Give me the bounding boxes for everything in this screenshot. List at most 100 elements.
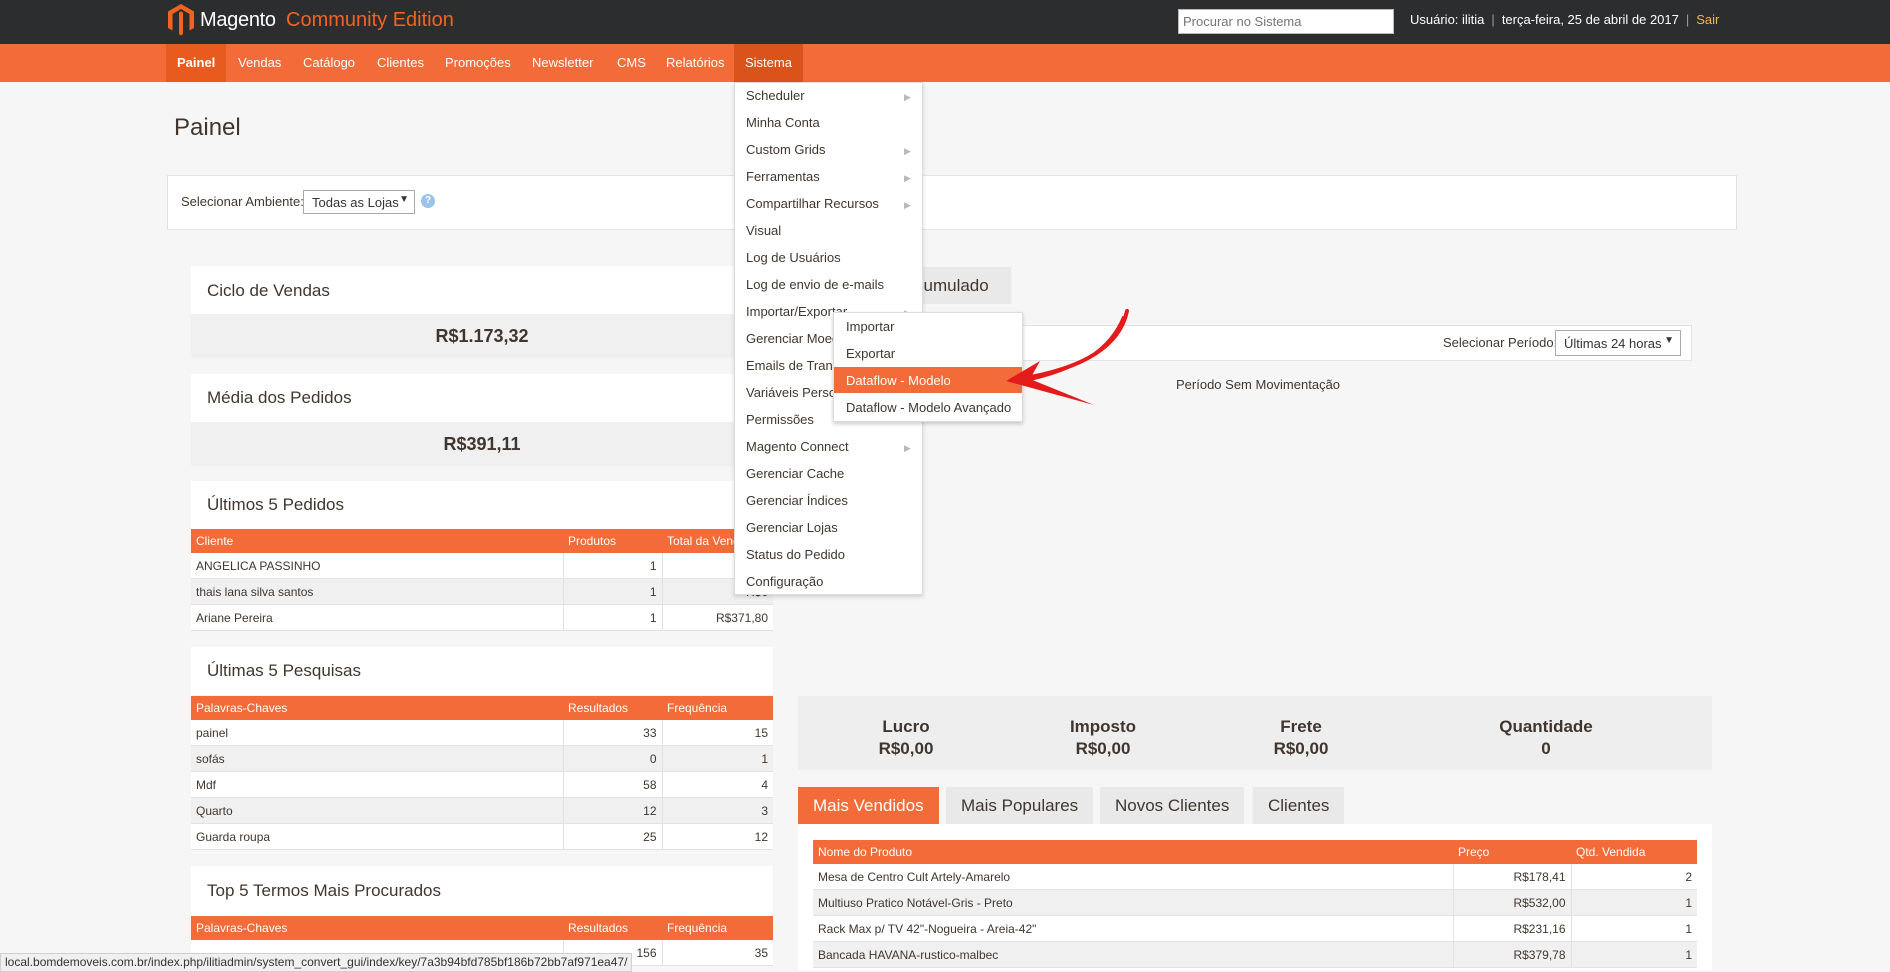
last-orders-table: Cliente Produtos Total da Venda ANGELICA…: [191, 529, 773, 631]
search-frequency: 12: [661, 823, 773, 850]
search-input[interactable]: [1178, 9, 1394, 34]
nav-painel[interactable]: Painel: [166, 44, 227, 82]
table-row[interactable]: Mesa de Centro Cult Artely-Amarelo R$178,…: [813, 864, 1697, 890]
table-row[interactable]: Ariane Pereira 1 R$371,80: [191, 604, 773, 631]
table-row[interactable]: Quarto 12 3: [191, 797, 773, 824]
menu-item-gerenciar-cache[interactable]: Gerenciar Cache: [746, 466, 844, 481]
total-frete: Frete R$0,00: [1251, 717, 1351, 759]
nav-sistema[interactable]: Sistema: [734, 44, 803, 82]
menu-item-gerenciar-lojas[interactable]: Gerenciar Lojas: [746, 520, 838, 535]
table-row[interactable]: thais lana silva santos 1 R$6: [191, 578, 773, 605]
table-row[interactable]: Bancada HAVANA-rustico-malbec R$379,78 1: [813, 941, 1697, 968]
product-name: Multiuso Pratico Notável-Gris - Preto: [813, 889, 1453, 916]
submenu-item-importar[interactable]: Importar: [846, 319, 894, 334]
menu-item-ferramentas[interactable]: Ferramentas: [746, 169, 820, 184]
search-frequency: 4: [661, 771, 773, 798]
page-title: Painel: [174, 114, 241, 141]
chevron-right-icon: ▶: [904, 443, 911, 453]
last-orders-title: Últimos 5 Pedidos: [207, 495, 345, 514]
nav-catalogo[interactable]: Catálogo: [292, 44, 366, 82]
menu-item-log-emails[interactable]: Log de envio de e-mails: [746, 277, 884, 292]
product-name: Rack Max p/ TV 42"-Nogueira - Areia-42": [813, 915, 1453, 942]
period-select[interactable]: Últimas 24 horas ▼: [1555, 330, 1681, 356]
search-term: sofás: [191, 745, 563, 772]
menu-item-magento-connect[interactable]: Magento Connect: [746, 439, 849, 454]
col-frequency: Frequência: [662, 696, 773, 720]
table-row[interactable]: Multiuso Pratico Notável-Gris - Preto R$5…: [813, 889, 1697, 916]
nav-relatorios[interactable]: Relatórios: [655, 44, 736, 82]
chevron-right-icon: ▶: [904, 173, 911, 183]
chevron-right-icon: ▶: [904, 146, 911, 156]
menu-item-gerenciar-moedas[interactable]: Gerenciar Moed: [746, 331, 839, 346]
store-switcher-value: Todas as Lojas: [312, 195, 399, 210]
col-results: Resultados: [563, 916, 662, 940]
magento-logo-icon[interactable]: [168, 4, 194, 36]
menu-item-status-pedido[interactable]: Status do Pedido: [746, 547, 845, 562]
help-icon[interactable]: ?: [421, 194, 435, 208]
menu-item-gerenciar-indices[interactable]: Gerenciar Índices: [746, 493, 848, 508]
table-row[interactable]: ANGELICA PASSINHO 1 R$2: [191, 553, 773, 579]
menu-item-configuracao[interactable]: Configuração: [746, 574, 823, 589]
product-price: R$532,00: [1452, 889, 1571, 916]
search-results: 25: [562, 823, 662, 850]
submenu-item-dataflow-modelo[interactable]: Dataflow - Modelo: [846, 373, 951, 388]
menu-item-compartilhar-recursos[interactable]: Compartilhar Recursos: [746, 196, 879, 211]
product-name: Mesa de Centro Cult Artely-Amarelo: [813, 864, 1453, 890]
menu-item-visual[interactable]: Visual: [746, 223, 781, 238]
menu-item-custom-grids[interactable]: Custom Grids: [746, 142, 825, 157]
total-value: R$0,00: [1075, 739, 1131, 758]
store-switcher-label: Selecionar Ambiente:: [181, 194, 304, 209]
nav-vendas[interactable]: Vendas: [227, 44, 292, 82]
brand-name: Magento: [200, 9, 276, 31]
table-row[interactable]: Guarda roupa 25 12: [191, 823, 773, 850]
nav-cms[interactable]: CMS: [606, 44, 657, 82]
col-frequency: Frequência: [662, 916, 773, 940]
chevron-down-icon: ▼: [1664, 335, 1674, 346]
tab-clientes[interactable]: Clientes: [1253, 787, 1345, 824]
browser-status-bar: local.bomdemoveis.com.br/index.php/iliti…: [0, 953, 633, 972]
product-qty: 2: [1570, 864, 1697, 890]
search-frequency: 15: [661, 720, 773, 746]
term-frequency: 35: [661, 940, 773, 966]
menu-item-permissoes[interactable]: Permissões: [746, 412, 814, 427]
product-price: R$231,16: [1452, 915, 1571, 942]
store-switcher-select[interactable]: Todas as Lojas ▼: [303, 190, 415, 214]
no-movement-text: Período Sem Movimentação: [1176, 377, 1341, 392]
nav-promocoes[interactable]: Promoções: [434, 44, 522, 82]
nav-clientes[interactable]: Clientes: [366, 44, 435, 82]
menu-item-minha-conta[interactable]: Minha Conta: [746, 115, 820, 130]
col-keyword: Palavras-Chaves: [191, 696, 563, 720]
menu-item-log-usuarios[interactable]: Log de Usuários: [746, 250, 841, 265]
tab-novos-clientes[interactable]: Novos Clientes: [1100, 787, 1245, 824]
menu-item-scheduler[interactable]: Scheduler: [746, 88, 805, 103]
menu-item-emails-transacionais[interactable]: Emails de Trans: [746, 358, 839, 373]
total-value: R$0,00: [878, 739, 934, 758]
sales-cycle-value: R$1.173,32: [191, 314, 773, 358]
user-info: Usuário: ilitia | terça-feira, 25 de abril…: [1410, 12, 1720, 27]
col-keyword: Palavras-Chaves: [191, 916, 563, 940]
total-label: Quantidade: [1499, 717, 1593, 736]
search-results: 0: [562, 745, 662, 772]
nav-newsletter[interactable]: Newsletter: [521, 44, 604, 82]
table-row[interactable]: sofás 0 1: [191, 745, 773, 772]
search-term: painel: [191, 720, 563, 746]
last-searches-title: Últimas 5 Pesquisas: [207, 661, 362, 680]
menu-item-variaveis[interactable]: Variáveis Person: [746, 385, 843, 400]
tab-mais-populares[interactable]: Mais Populares: [946, 787, 1094, 824]
avg-orders-value: R$391,11: [191, 422, 773, 466]
menu-item-importar-exportar[interactable]: Importar/Exportar: [746, 304, 847, 319]
total-quantidade: Quantidade 0: [1486, 717, 1606, 759]
table-row[interactable]: Mdf 58 4: [191, 771, 773, 798]
col-qty: Qtd. Vendida: [1571, 840, 1697, 864]
search-results: 33: [562, 720, 662, 746]
submenu-item-dataflow-avancado[interactable]: Dataflow - Modelo Avançado: [846, 400, 1011, 415]
submenu-item-exportar[interactable]: Exportar: [846, 346, 895, 361]
sales-cycle-title: Ciclo de Vendas: [207, 281, 330, 300]
table-row[interactable]: painel 33 15: [191, 720, 773, 746]
total-label: Frete: [1280, 717, 1322, 736]
tab-mais-vendidos[interactable]: Mais Vendidos: [798, 787, 939, 824]
order-customer: ANGELICA PASSINHO: [191, 553, 563, 579]
logout-link[interactable]: Sair: [1696, 12, 1719, 27]
chevron-down-icon: ▼: [399, 194, 409, 205]
table-row[interactable]: Rack Max p/ TV 42"-Nogueira - Areia-42" R…: [813, 915, 1697, 942]
